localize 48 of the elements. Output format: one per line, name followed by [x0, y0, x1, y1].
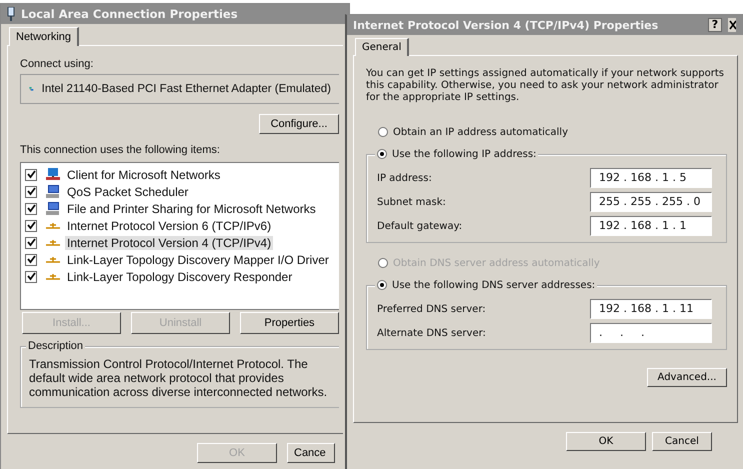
tab[interactable]: Networking [9, 27, 80, 46]
checkbox[interactable] [25, 168, 37, 180]
intro-text: You can get IP settings assigned automatically if your network supports this capability. Otherwise, you need to ask your network administrator for the appropriate IP settings. [366, 68, 725, 104]
computer-icon [45, 202, 61, 216]
checkbox[interactable] [25, 236, 37, 248]
connect-using-label: Connect using: [20, 58, 94, 70]
advanced-button[interactable]: Advanced... [647, 368, 727, 387]
list-item[interactable]: QoS Packet Scheduler [65, 184, 190, 198]
computer-icon [45, 184, 61, 198]
field-label: Default gateway: [377, 220, 462, 232]
items-label: This connection uses the following items: [20, 144, 221, 156]
list-item[interactable]: Internet Protocol Version 4 (TCP/IPv4) [65, 236, 274, 250]
list-item[interactable]: File and Printer Sharing for Microsoft Networks [65, 202, 318, 216]
dialog-button[interactable]: OK [566, 432, 646, 451]
group-title: Description [26, 340, 86, 352]
help-button[interactable]: ? [708, 18, 722, 32]
field-label: Preferred DNS server: [377, 304, 486, 314]
list-item[interactable]: Link-Layer Topology Discovery Mapper I/O Driver [65, 252, 331, 266]
description-text: Transmission Control Protocol/Internet Protocol. The default wide area network protocol that provides communication across diverse interconnected networks. [29, 357, 328, 399]
window-title: Local Area Connection Properties [21, 7, 238, 21]
close-icon[interactable] [728, 18, 736, 32]
ip-address-field[interactable]: 192 . 168 . 1 . 11 [590, 299, 712, 319]
ip-address-field[interactable]: 192 . 168 . 1 . 1 [590, 216, 712, 236]
radio-option[interactable]: Obtain an IP address automatically [366, 124, 727, 140]
checkbox[interactable] [25, 254, 37, 266]
checkbox[interactable] [25, 202, 37, 214]
window-title: Internet Protocol Version 4 (TCP/IPv4) Properties [353, 18, 658, 32]
computer-network-icon [45, 168, 61, 182]
checkbox[interactable] [25, 270, 37, 282]
ip-address-field[interactable]: . . . [590, 323, 712, 343]
configure-button[interactable]: Configure... [259, 114, 339, 134]
checkbox[interactable] [25, 220, 37, 232]
ip-address-field[interactable]: 192 . 168 . 1 . 5 [590, 168, 712, 188]
tab[interactable]: General [355, 38, 410, 56]
list-item[interactable]: Client for Microsoft Networks [65, 168, 222, 182]
field-label: Alternate DNS server: [377, 328, 486, 338]
dialog-button[interactable]: Cancel [652, 432, 712, 451]
field-label: Subnet mask: [377, 196, 446, 208]
radio-option[interactable]: Use the following IP address: [375, 146, 538, 162]
field-label: IP address: [377, 172, 432, 184]
dialog-button[interactable]: Cance [287, 443, 335, 463]
checkbox[interactable] [25, 186, 37, 198]
list-item[interactable]: Link-Layer Topology Discovery Responder [65, 270, 294, 284]
radio-option[interactable]: Use the following DNS server addresses: [375, 277, 598, 293]
item-action-button[interactable]: Properties [240, 312, 339, 334]
ip-address-field[interactable]: 255 . 255 . 255 . 0 [590, 192, 712, 212]
list-item[interactable]: Internet Protocol Version 6 (TCP/IPv6) [65, 218, 274, 232]
adapter-field: Intel 21140-Based PCI Fast Ethernet Adapter (Emulated) [20, 74, 339, 104]
